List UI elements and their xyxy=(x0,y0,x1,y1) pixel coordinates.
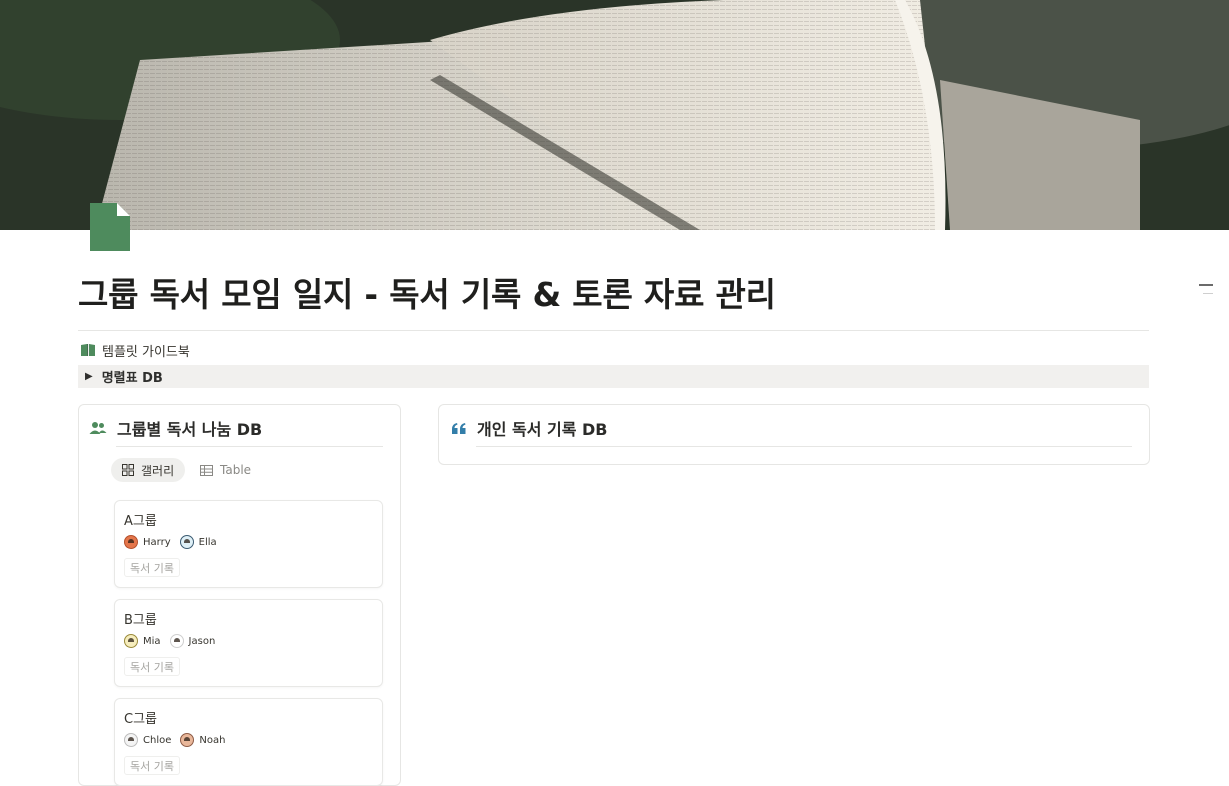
open-book-icon xyxy=(81,344,95,356)
tab-gallery-label: 갤러리 xyxy=(141,463,175,478)
personal-db-title[interactable]: 개인 독서 기록 DB xyxy=(477,416,608,440)
toggle-block[interactable]: ▶ 명렬표 DB xyxy=(78,365,1149,388)
gallery-card-b[interactable]: B그룹 Mia Jason 독서 기록 xyxy=(114,599,383,687)
avatar xyxy=(179,535,194,549)
member-name: Jason xyxy=(188,635,216,647)
people-icon xyxy=(89,422,107,434)
group-db-header-line xyxy=(116,446,383,447)
avatar xyxy=(169,634,184,648)
triangle-right-icon[interactable]: ▶ xyxy=(85,371,93,382)
avatar xyxy=(124,535,138,549)
group-db-title[interactable]: 그룹별 독서 나눔 DB xyxy=(117,416,262,440)
member-chip[interactable]: Noah xyxy=(180,733,225,747)
relation-tag[interactable]: 독서 기록 xyxy=(124,756,180,775)
member-chip[interactable]: Jason xyxy=(169,634,216,648)
tab-table[interactable]: Table xyxy=(196,458,255,482)
page-title: 그룹 독서 모임 일지 - 독서 기록 & 토론 자료 관리 xyxy=(78,275,776,314)
member-name: Mia xyxy=(143,635,161,647)
card-members: Harry Ella xyxy=(124,535,226,549)
member-chip[interactable]: Mia xyxy=(124,634,161,648)
divider xyxy=(78,330,1149,331)
tab-table-label: Table xyxy=(220,463,252,477)
member-chip[interactable]: Chloe xyxy=(124,733,171,747)
card-members: Chloe Noah xyxy=(124,733,234,747)
outline-toggle-icon[interactable] xyxy=(1199,284,1213,286)
gallery-card-a[interactable]: A그룹 Harry Ella 독서 기록 xyxy=(114,500,383,588)
group-db-header: 그룹별 독서 나눔 DB xyxy=(89,416,262,440)
member-name: Harry xyxy=(143,536,171,548)
cover-book-illustration xyxy=(0,0,1229,230)
gallery-icon xyxy=(122,464,134,476)
guide-link[interactable]: 템플릿 가이드북 xyxy=(80,340,190,360)
member-name: Ella xyxy=(198,536,217,548)
card-title: C그룹 xyxy=(124,712,157,727)
card-members: Mia Jason xyxy=(124,634,224,648)
card-title: A그룹 xyxy=(124,514,157,529)
personal-db-header: 개인 독서 기록 DB xyxy=(451,416,608,440)
avatar xyxy=(124,733,138,747)
quote-icon xyxy=(452,422,466,434)
tab-gallery[interactable]: 갤러리 xyxy=(111,458,186,482)
avatar xyxy=(124,634,138,648)
avatar xyxy=(180,733,195,747)
relation-tag[interactable]: 독서 기록 xyxy=(124,657,180,676)
card-title: B그룹 xyxy=(124,613,157,628)
guide-link-label: 템플릿 가이드북 xyxy=(102,344,190,360)
member-chip[interactable]: Ella xyxy=(179,535,217,549)
outline-line-icon xyxy=(1203,293,1213,294)
member-name: Chloe xyxy=(143,734,172,746)
document-icon[interactable] xyxy=(88,201,132,253)
table-icon xyxy=(200,464,213,476)
toggle-label: 명렬표 DB xyxy=(101,371,163,386)
relation-tag[interactable]: 독서 기록 xyxy=(124,558,180,577)
member-name: Noah xyxy=(199,734,226,746)
cover-image[interactable] xyxy=(0,0,1229,230)
member-chip[interactable]: Harry xyxy=(124,535,171,549)
gallery-card-c[interactable]: C그룹 Chloe Noah 독서 기록 xyxy=(114,698,383,786)
personal-db-header-line xyxy=(476,446,1132,447)
